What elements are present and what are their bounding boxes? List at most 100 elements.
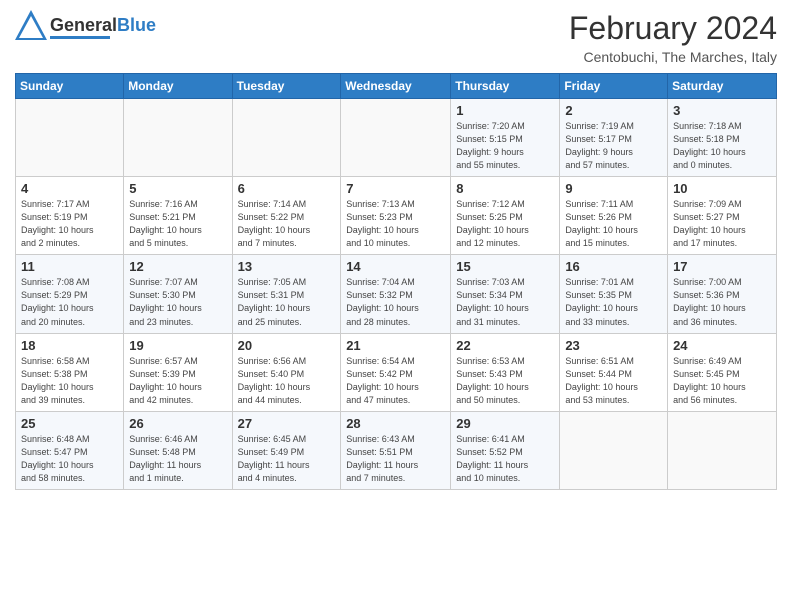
calendar-cell: 24 Sunrise: 6:49 AMSunset: 5:45 PMDayligh… <box>668 333 777 411</box>
day-info: Sunrise: 6:54 AMSunset: 5:42 PMDaylight:… <box>346 355 445 407</box>
day-info: Sunrise: 6:45 AMSunset: 5:49 PMDaylight:… <box>238 433 336 485</box>
day-number: 17 <box>673 259 771 274</box>
weekday-header: Wednesday <box>341 74 451 99</box>
calendar-cell: 27 Sunrise: 6:45 AMSunset: 5:49 PMDayligh… <box>232 411 341 489</box>
calendar-cell <box>124 99 232 177</box>
calendar-cell: 17 Sunrise: 7:00 AMSunset: 5:36 PMDayligh… <box>668 255 777 333</box>
calendar-cell: 15 Sunrise: 7:03 AMSunset: 5:34 PMDayligh… <box>451 255 560 333</box>
logo-icon <box>15 10 47 45</box>
day-number: 7 <box>346 181 445 196</box>
page-header: GeneralBlue February 2024 Centobuchi, Th… <box>15 10 777 65</box>
calendar-cell: 21 Sunrise: 6:54 AMSunset: 5:42 PMDayligh… <box>341 333 451 411</box>
day-number: 4 <box>21 181 118 196</box>
day-info: Sunrise: 6:51 AMSunset: 5:44 PMDaylight:… <box>565 355 662 407</box>
calendar-cell: 16Sunrise: 7:01 AMSunset: 5:35 PMDayligh… <box>560 255 668 333</box>
calendar-cell: 11 Sunrise: 7:08 AMSunset: 5:29 PMDayligh… <box>16 255 124 333</box>
calendar-cell: 5Sunrise: 7:16 AMSunset: 5:21 PMDaylight… <box>124 177 232 255</box>
weekday-header: Saturday <box>668 74 777 99</box>
calendar-cell <box>668 411 777 489</box>
calendar-cell: 2 Sunrise: 7:19 AMSunset: 5:17 PMDaylight… <box>560 99 668 177</box>
calendar-header-row: SundayMondayTuesdayWednesdayThursdayFrid… <box>16 74 777 99</box>
day-info: Sunrise: 6:49 AMSunset: 5:45 PMDaylight:… <box>673 355 771 407</box>
calendar-table: SundayMondayTuesdayWednesdayThursdayFrid… <box>15 73 777 490</box>
location: Centobuchi, The Marches, Italy <box>569 49 777 65</box>
day-info: Sunrise: 6:43 AMSunset: 5:51 PMDaylight:… <box>346 433 445 485</box>
calendar-cell: 13 Sunrise: 7:05 AMSunset: 5:31 PMDayligh… <box>232 255 341 333</box>
calendar-cell <box>16 99 124 177</box>
day-info: Sunrise: 7:13 AMSunset: 5:23 PMDaylight:… <box>346 198 445 250</box>
calendar-week-row: 11 Sunrise: 7:08 AMSunset: 5:29 PMDayligh… <box>16 255 777 333</box>
day-info: Sunrise: 7:14 AMSunset: 5:22 PMDaylight:… <box>238 198 336 250</box>
day-number: 6 <box>238 181 336 196</box>
day-number: 27 <box>238 416 336 431</box>
day-info: Sunrise: 7:20 AMSunset: 5:15 PMDaylight:… <box>456 120 554 172</box>
calendar-cell: 20Sunrise: 6:56 AMSunset: 5:40 PMDayligh… <box>232 333 341 411</box>
logo-blue: Blue <box>117 15 156 35</box>
calendar-cell: 6 Sunrise: 7:14 AMSunset: 5:22 PMDaylight… <box>232 177 341 255</box>
day-number: 22 <box>456 338 554 353</box>
day-number: 18 <box>21 338 118 353</box>
calendar-week-row: 18Sunrise: 6:58 AMSunset: 5:38 PMDayligh… <box>16 333 777 411</box>
weekday-header: Friday <box>560 74 668 99</box>
calendar-cell <box>232 99 341 177</box>
day-info: Sunrise: 7:17 AMSunset: 5:19 PMDaylight:… <box>21 198 118 250</box>
calendar-cell: 14 Sunrise: 7:04 AMSunset: 5:32 PMDayligh… <box>341 255 451 333</box>
day-info: Sunrise: 7:19 AMSunset: 5:17 PMDaylight:… <box>565 120 662 172</box>
day-number: 8 <box>456 181 554 196</box>
calendar-cell: 9 Sunrise: 7:11 AMSunset: 5:26 PMDaylight… <box>560 177 668 255</box>
day-number: 9 <box>565 181 662 196</box>
day-number: 23 <box>565 338 662 353</box>
calendar-cell: 22 Sunrise: 6:53 AMSunset: 5:43 PMDayligh… <box>451 333 560 411</box>
calendar-cell: 26Sunrise: 6:46 AMSunset: 5:48 PMDayligh… <box>124 411 232 489</box>
calendar-cell: 19 Sunrise: 6:57 AMSunset: 5:39 PMDayligh… <box>124 333 232 411</box>
day-info: Sunrise: 6:53 AMSunset: 5:43 PMDaylight:… <box>456 355 554 407</box>
day-info: Sunrise: 7:07 AMSunset: 5:30 PMDaylight:… <box>129 276 226 328</box>
calendar-cell: 18Sunrise: 6:58 AMSunset: 5:38 PMDayligh… <box>16 333 124 411</box>
day-info: Sunrise: 7:04 AMSunset: 5:32 PMDaylight:… <box>346 276 445 328</box>
weekday-header: Tuesday <box>232 74 341 99</box>
title-block: February 2024 Centobuchi, The Marches, I… <box>569 10 777 65</box>
day-number: 12 <box>129 259 226 274</box>
day-number: 21 <box>346 338 445 353</box>
logo: GeneralBlue <box>15 10 156 45</box>
calendar-cell: 1 Sunrise: 7:20 AMSunset: 5:15 PMDaylight… <box>451 99 560 177</box>
day-number: 24 <box>673 338 771 353</box>
calendar-cell: 12 Sunrise: 7:07 AMSunset: 5:30 PMDayligh… <box>124 255 232 333</box>
day-number: 10 <box>673 181 771 196</box>
day-number: 25 <box>21 416 118 431</box>
day-info: Sunrise: 7:08 AMSunset: 5:29 PMDaylight:… <box>21 276 118 328</box>
day-info: Sunrise: 6:57 AMSunset: 5:39 PMDaylight:… <box>129 355 226 407</box>
weekday-header: Thursday <box>451 74 560 99</box>
weekday-header: Sunday <box>16 74 124 99</box>
day-number: 20 <box>238 338 336 353</box>
day-info: Sunrise: 7:05 AMSunset: 5:31 PMDaylight:… <box>238 276 336 328</box>
day-info: Sunrise: 7:12 AMSunset: 5:25 PMDaylight:… <box>456 198 554 250</box>
calendar-cell: 7 Sunrise: 7:13 AMSunset: 5:23 PMDaylight… <box>341 177 451 255</box>
calendar-week-row: 1 Sunrise: 7:20 AMSunset: 5:15 PMDaylight… <box>16 99 777 177</box>
day-info: Sunrise: 7:00 AMSunset: 5:36 PMDaylight:… <box>673 276 771 328</box>
calendar-cell: 28 Sunrise: 6:43 AMSunset: 5:51 PMDayligh… <box>341 411 451 489</box>
day-number: 11 <box>21 259 118 274</box>
day-number: 15 <box>456 259 554 274</box>
day-info: Sunrise: 7:11 AMSunset: 5:26 PMDaylight:… <box>565 198 662 250</box>
calendar-cell: 4 Sunrise: 7:17 AMSunset: 5:19 PMDaylight… <box>16 177 124 255</box>
calendar-cell: 10Sunrise: 7:09 AMSunset: 5:27 PMDayligh… <box>668 177 777 255</box>
calendar-cell: 8 Sunrise: 7:12 AMSunset: 5:25 PMDaylight… <box>451 177 560 255</box>
calendar-week-row: 4 Sunrise: 7:17 AMSunset: 5:19 PMDaylight… <box>16 177 777 255</box>
day-number: 2 <box>565 103 662 118</box>
day-info: Sunrise: 6:41 AMSunset: 5:52 PMDaylight:… <box>456 433 554 485</box>
day-number: 5 <box>129 181 226 196</box>
calendar-week-row: 25 Sunrise: 6:48 AMSunset: 5:47 PMDayligh… <box>16 411 777 489</box>
day-number: 19 <box>129 338 226 353</box>
day-info: Sunrise: 6:46 AMSunset: 5:48 PMDaylight:… <box>129 433 226 485</box>
day-info: Sunrise: 7:03 AMSunset: 5:34 PMDaylight:… <box>456 276 554 328</box>
day-number: 16 <box>565 259 662 274</box>
day-info: Sunrise: 7:18 AMSunset: 5:18 PMDaylight:… <box>673 120 771 172</box>
weekday-header: Monday <box>124 74 232 99</box>
day-number: 29 <box>456 416 554 431</box>
day-info: Sunrise: 6:48 AMSunset: 5:47 PMDaylight:… <box>21 433 118 485</box>
day-number: 28 <box>346 416 445 431</box>
day-number: 13 <box>238 259 336 274</box>
day-number: 14 <box>346 259 445 274</box>
day-number: 1 <box>456 103 554 118</box>
